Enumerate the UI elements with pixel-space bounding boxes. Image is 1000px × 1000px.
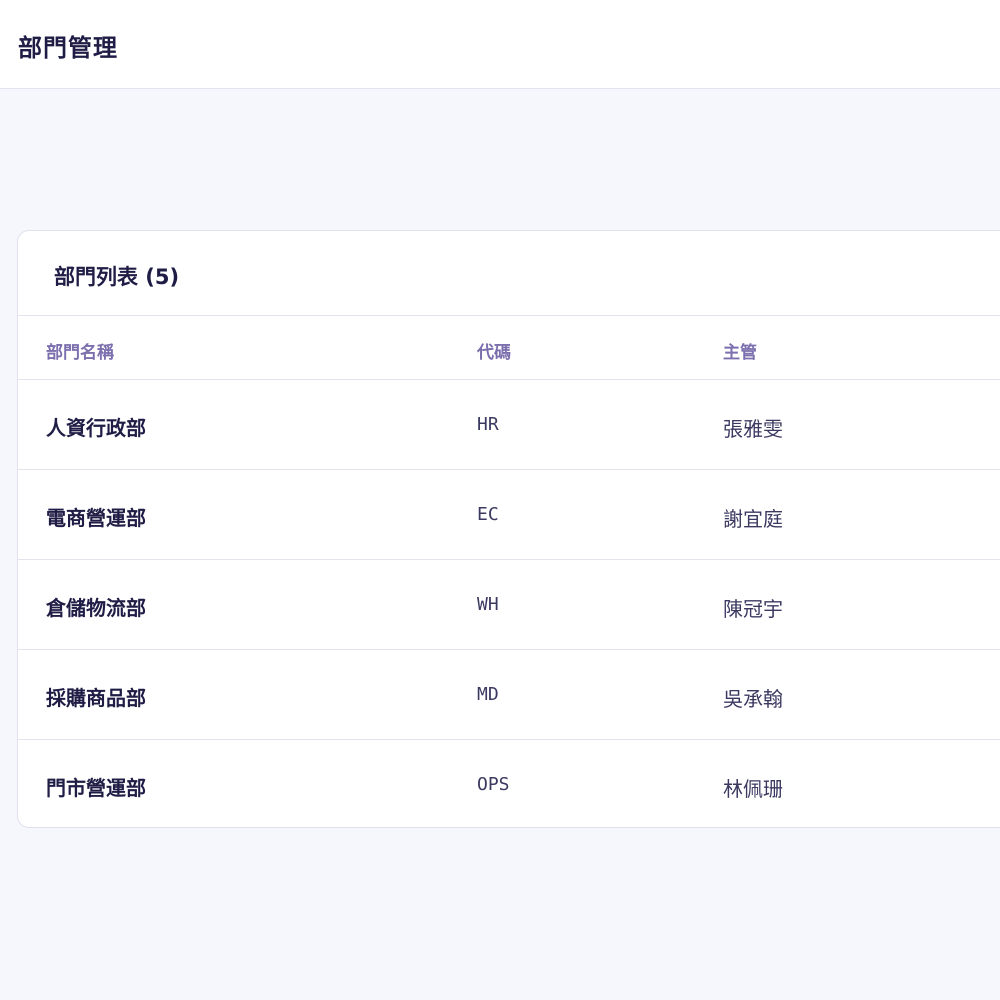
department-name: 門市營運部: [46, 776, 146, 800]
column-header-manager[interactable]: 主管: [723, 338, 757, 363]
department-manager: 陳冠宇: [723, 597, 783, 621]
table-row[interactable]: 門市營運部 OPS 林佩珊: [18, 740, 1000, 827]
department-code: OPS: [477, 774, 510, 795]
table-row[interactable]: 電商營運部 EC 謝宜庭: [18, 470, 1000, 560]
department-code: WH: [477, 594, 499, 615]
table-row[interactable]: 倉儲物流部 WH 陳冠宇: [18, 560, 1000, 650]
department-list-card: 部門列表 (5) 部門名稱 代碼 主管 人資行政部 HR 張雅雯 電商營運部 E…: [17, 230, 1000, 828]
department-manager: 張雅雯: [723, 417, 783, 441]
department-name: 人資行政部: [46, 416, 146, 440]
department-code: HR: [477, 414, 499, 435]
department-manager: 林佩珊: [723, 777, 783, 801]
column-header-code[interactable]: 代碼: [477, 338, 511, 363]
department-manager: 謝宜庭: [723, 507, 783, 531]
department-code: EC: [477, 504, 499, 525]
department-name: 倉儲物流部: [46, 596, 146, 620]
column-header-name[interactable]: 部門名稱: [46, 338, 114, 363]
department-name: 電商營運部: [46, 506, 146, 530]
page-title: 部門管理: [18, 34, 118, 62]
card-header: 部門列表 (5): [18, 231, 1000, 316]
department-manager: 吳承翰: [723, 687, 783, 711]
table-row[interactable]: 採購商品部 MD 吳承翰: [18, 650, 1000, 740]
department-name: 採購商品部: [46, 686, 146, 710]
table-row[interactable]: 人資行政部 HR 張雅雯: [18, 380, 1000, 470]
table-header: 部門名稱 代碼 主管: [18, 316, 1000, 380]
top-bar: 部門管理: [0, 0, 1000, 89]
card-title: 部門列表 (5): [54, 265, 180, 289]
department-code: MD: [477, 684, 499, 705]
